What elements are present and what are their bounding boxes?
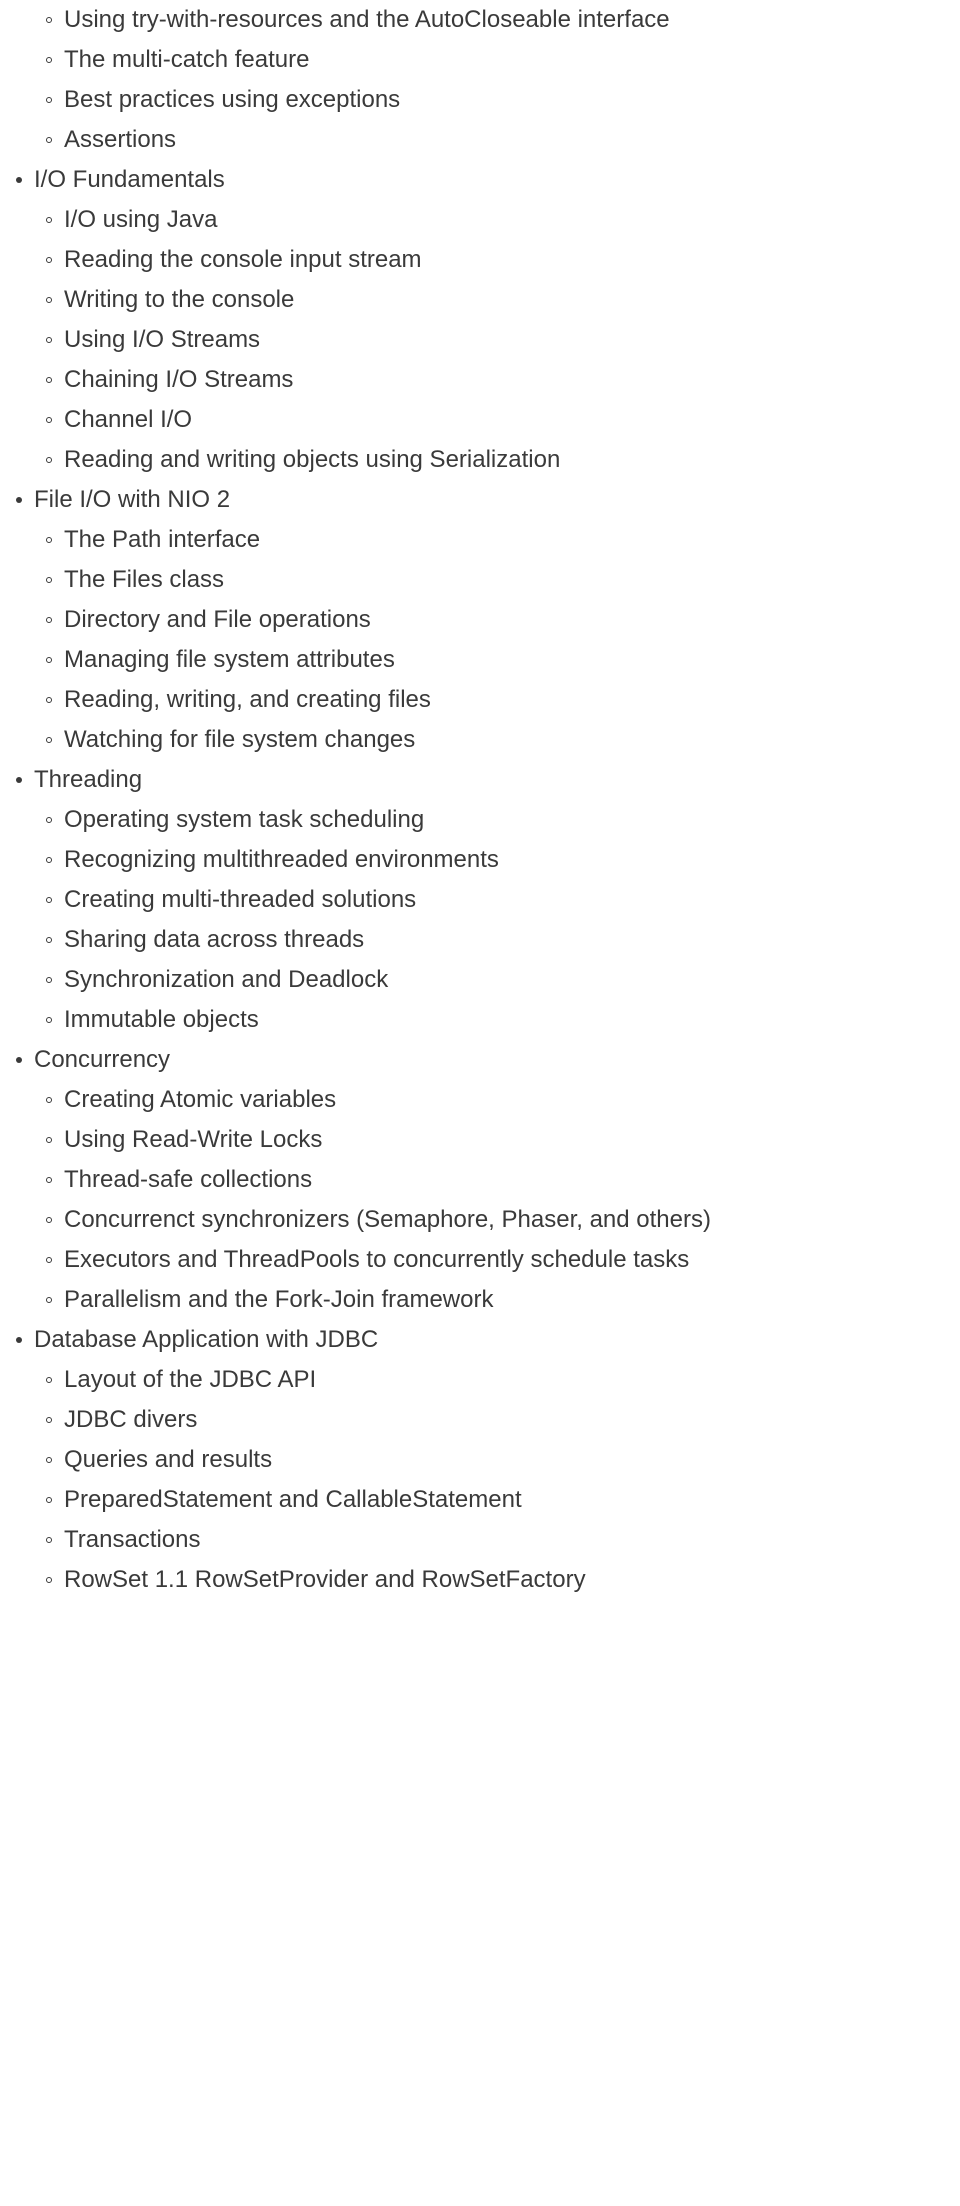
- outline-subitem: Managing file system attributes: [64, 640, 960, 680]
- outline-subitem: Directory and File operations: [64, 600, 960, 640]
- outline-subitem: Layout of the JDBC API: [64, 1360, 960, 1400]
- outline-subitem: Immutable objects: [64, 1000, 960, 1040]
- outline-subitem: Watching for file system changes: [64, 720, 960, 760]
- outline-sublist: Using try-with-resources and the AutoClo…: [34, 0, 960, 160]
- outline-subitem: PreparedStatement and CallableStatement: [64, 1480, 960, 1520]
- outline-subitem: RowSet 1.1 RowSetProvider and RowSetFact…: [64, 1560, 960, 1600]
- outline-subitem: Parallelism and the Fork-Join framework: [64, 1280, 960, 1320]
- outline-subitem: Recognizing multithreaded environments: [64, 840, 960, 880]
- outline-item-label: Database Application with JDBC: [34, 1326, 378, 1353]
- outline-item: Concurrency Creating Atomic variablesUsin…: [34, 1040, 960, 1320]
- outline-subitem: The Files class: [64, 560, 960, 600]
- outline-subitem: Using I/O Streams: [64, 320, 960, 360]
- outline-subitem: Concurrenct synchronizers (Semaphore, Ph…: [64, 1200, 960, 1240]
- outline-subitem: Synchronization and Deadlock: [64, 960, 960, 1000]
- outline-subitem: Reading the console input stream: [64, 240, 960, 280]
- outline-item-label: Threading: [34, 766, 142, 793]
- outline-item-label: File I/O with NIO 2: [34, 486, 230, 513]
- outline-subitem: JDBC divers: [64, 1400, 960, 1440]
- outline-subitem: Queries and results: [64, 1440, 960, 1480]
- outline-subitem: Using try-with-resources and the AutoClo…: [64, 0, 960, 40]
- outline-subitem: I/O using Java: [64, 200, 960, 240]
- outline-subitem: Creating multi-threaded solutions: [64, 880, 960, 920]
- outline-subitem: Transactions: [64, 1520, 960, 1560]
- outline-subitem: Executors and ThreadPools to concurrentl…: [64, 1240, 960, 1280]
- outline-sublist: Creating Atomic variablesUsing Read-Writ…: [34, 1080, 960, 1320]
- outline-subitem: Operating system task scheduling: [64, 800, 960, 840]
- outline-item: I/O Fundamentals I/O using JavaReading th…: [34, 160, 960, 480]
- outline-item: File I/O with NIO 2 The Path interfaceThe…: [34, 480, 960, 760]
- outline-sublist: Layout of the JDBC APIJDBC diversQueries…: [34, 1360, 960, 1600]
- outline-sublist: I/O using JavaReading the console input …: [34, 200, 960, 480]
- outline-item-label: Concurrency: [34, 1046, 170, 1073]
- outline-subitem: The Path interface: [64, 520, 960, 560]
- outline-subitem: Assertions: [64, 120, 960, 160]
- outline-item: Database Application with JDBC Layout of …: [34, 1320, 960, 1600]
- outline-sublist: Operating system task schedulingRecogniz…: [34, 800, 960, 1040]
- outline-subitem: Best practices using exceptions: [64, 80, 960, 120]
- outline-item-label: I/O Fundamentals: [34, 166, 225, 193]
- outline-subitem: The multi-catch feature: [64, 40, 960, 80]
- outline-subitem: Channel I/O: [64, 400, 960, 440]
- outline-subitem: Reading, writing, and creating files: [64, 680, 960, 720]
- outline-item: Threading Operating system task schedulin…: [34, 760, 960, 1040]
- outline-subitem: Sharing data across threads: [64, 920, 960, 960]
- outline-subitem: Thread-safe collections: [64, 1160, 960, 1200]
- outline-subitem: Reading and writing objects using Serial…: [64, 440, 960, 480]
- outline-subitem: Creating Atomic variables: [64, 1080, 960, 1120]
- outline-sublist: The Path interfaceThe Files classDirecto…: [34, 520, 960, 760]
- outline-subitem: Chaining I/O Streams: [64, 360, 960, 400]
- outline-subitem: Writing to the console: [64, 280, 960, 320]
- outline-subitem: Using Read-Write Locks: [64, 1120, 960, 1160]
- outline-root: Using try-with-resources and the AutoClo…: [0, 0, 960, 1600]
